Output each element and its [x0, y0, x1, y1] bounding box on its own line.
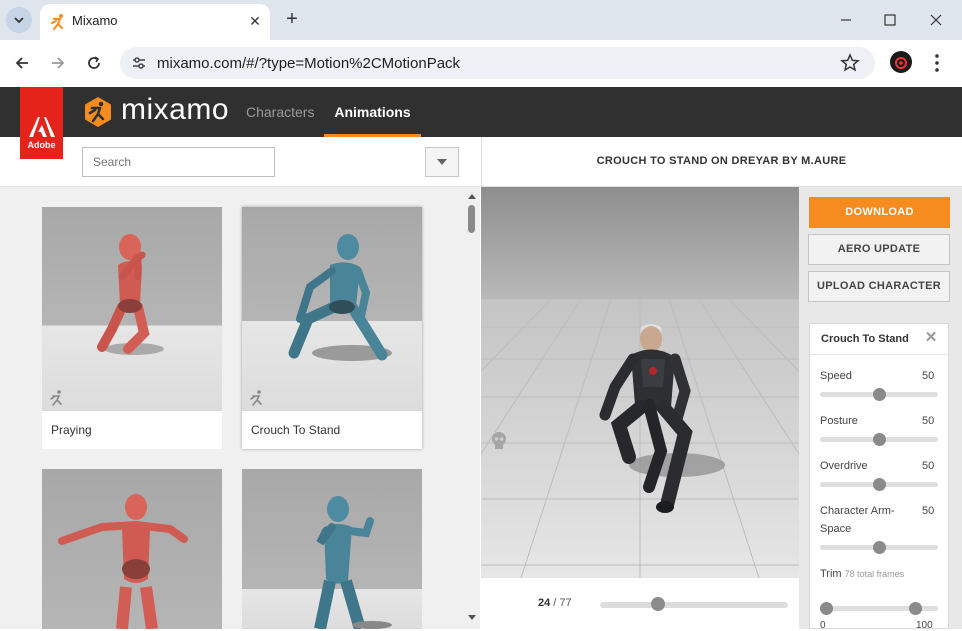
chevron-down-icon [14, 17, 24, 24]
scroll-down-icon[interactable] [467, 614, 477, 622]
animation-card-3[interactable] [42, 469, 222, 629]
settings-header: Crouch To Stand ✕ [810, 324, 948, 355]
trim-label: Trim 78 total frames [820, 566, 912, 583]
mixamo-favicon-icon [51, 14, 63, 30]
close-icon[interactable]: ✕ [924, 330, 938, 346]
card-list-scrollbar[interactable] [466, 192, 476, 624]
card-label: Crouch To Stand [251, 423, 341, 437]
filter-dropdown-button[interactable] [425, 147, 459, 177]
upload-character-button[interactable]: UPLOAD CHARACTER [808, 271, 950, 302]
minimize-icon [841, 19, 851, 21]
trim-start-knob[interactable] [820, 602, 833, 615]
url-text: mixamo.com/#/?type=Motion%2CMotionPack [157, 55, 461, 72]
profile-avatar[interactable] [890, 51, 912, 73]
card-thumbnail [42, 207, 222, 411]
slider-speed-knob[interactable] [872, 388, 886, 401]
preview-title: CROUCH TO STAND ON DREYAR BY M.AURE [596, 155, 847, 167]
address-bar[interactable]: mixamo.com/#/?type=Motion%2CMotionPack [120, 47, 875, 79]
timeline-scrubber[interactable] [651, 597, 666, 611]
slider-overdrive-knob[interactable] [872, 478, 886, 491]
nav-tab-animations[interactable]: Animations [324, 87, 421, 137]
tab-close-icon[interactable]: ✕ [246, 12, 264, 30]
animation-browser: Praying Crouch To Stand [0, 137, 480, 629]
reload-icon [88, 56, 100, 69]
search-row [0, 137, 480, 187]
arrow-right-icon [52, 57, 65, 69]
trim-start-value: 0 [820, 620, 826, 631]
caret-down-icon [437, 159, 447, 165]
settings-title: Crouch To Stand [821, 333, 909, 345]
slider-arm-space-knob[interactable] [872, 541, 886, 554]
card-thumbnail [242, 207, 422, 411]
more-menu-icon[interactable] [928, 51, 946, 75]
forward-button[interactable] [46, 51, 70, 75]
timeline-track[interactable] [600, 602, 788, 608]
param-value-arm-space: 50 [922, 505, 935, 517]
mixamo-header: Adobe mixamo Characters Animations [0, 87, 962, 159]
close-window-button[interactable] [924, 8, 948, 32]
browser-tab[interactable]: Mixamo ✕ [40, 4, 270, 40]
3d-viewport[interactable] [481, 187, 799, 578]
timeline-bar: 24 / 77 [481, 578, 799, 629]
card-thumbnail [42, 469, 222, 629]
mixamo-wordmark[interactable]: mixamo [121, 93, 229, 127]
back-button[interactable] [10, 51, 34, 75]
param-label-overdrive: Overdrive [820, 460, 868, 472]
param-value-speed: 50 [922, 370, 935, 382]
arrow-left-icon [15, 57, 28, 69]
site-settings-icon [133, 57, 145, 69]
card-label: Praying [51, 423, 92, 437]
action-sidebar: DOWNLOAD AERO UPDATE UPLOAD CHARACTER Cr… [799, 187, 962, 631]
tab-search-button[interactable] [6, 7, 32, 33]
nav-tab-characters[interactable]: Characters [246, 87, 314, 137]
scroll-up-icon[interactable] [467, 192, 477, 200]
animation-card-crouch-to-stand[interactable]: Crouch To Stand [242, 207, 422, 449]
adobe-logo[interactable]: Adobe [20, 87, 63, 159]
minimize-button[interactable] [834, 8, 858, 32]
scroll-thumb[interactable] [468, 205, 475, 233]
search-input[interactable] [82, 147, 275, 177]
aero-update-button[interactable]: AERO UPDATE [808, 234, 950, 265]
animation-run-icon [250, 390, 262, 406]
param-label-arm-space: Character Arm-Space [820, 505, 895, 535]
slider-posture-knob[interactable] [872, 433, 886, 446]
param-value-posture: 50 [922, 415, 935, 427]
browser-tabstrip: Mixamo ✕ + [0, 0, 962, 40]
mixamo-logo-icon[interactable] [82, 96, 114, 128]
frame-current: 24 [538, 597, 551, 609]
animation-card-4[interactable] [242, 469, 422, 629]
param-value-overdrive: 50 [922, 460, 935, 472]
animation-card-praying[interactable]: Praying [42, 207, 222, 449]
adobe-a-icon [29, 117, 55, 137]
tab-title: Mixamo [72, 13, 118, 28]
new-tab-icon[interactable]: + [282, 9, 302, 29]
viewport-scene [481, 187, 799, 578]
frame-counter: 24 / 77 [538, 597, 572, 609]
param-label-posture: Posture [820, 415, 858, 427]
param-label-speed: Speed [820, 370, 852, 382]
maximize-button[interactable] [878, 8, 902, 32]
bookmark-star-icon[interactable] [840, 53, 860, 73]
close-icon [930, 14, 942, 26]
trim-subtitle: 78 total frames [844, 569, 905, 579]
animation-settings-panel: Crouch To Stand ✕ Speed 50 Posture 50 Ov… [809, 323, 949, 631]
trim-end-value: 100 [916, 620, 933, 631]
animation-run-icon [50, 390, 62, 406]
extension-icon [895, 57, 907, 69]
maximize-icon [884, 14, 896, 26]
browser-toolbar: mixamo.com/#/?type=Motion%2CMotionPack [0, 40, 962, 87]
trim-end-knob[interactable] [909, 602, 922, 615]
frame-total: 77 [559, 597, 572, 609]
preview-title-bar: CROUCH TO STAND ON DREYAR BY M.AURE [481, 137, 962, 187]
adobe-label: Adobe [27, 140, 56, 150]
reload-button[interactable] [82, 51, 106, 75]
download-button[interactable]: DOWNLOAD [809, 197, 950, 228]
trim-title: Trim [820, 568, 842, 580]
card-thumbnail [242, 469, 422, 629]
